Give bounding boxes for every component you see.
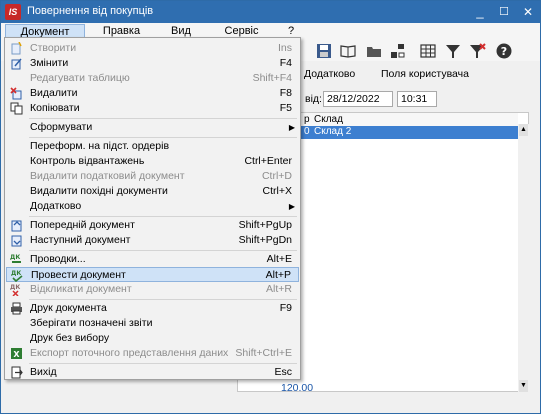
excel-export-icon: X: [11, 348, 22, 359]
date-label: від:: [305, 93, 322, 105]
status-bar: [1, 393, 540, 413]
filter-icon[interactable]: [444, 42, 462, 60]
menu-separator: [29, 363, 297, 364]
exit-icon: [11, 366, 23, 379]
submenu-arrow-icon: ▶: [288, 202, 295, 211]
row-warehouse: Склад 2: [314, 126, 352, 137]
clear-filter-icon[interactable]: [468, 42, 486, 60]
window-title: Повернення від покупців: [27, 5, 154, 17]
menu-item-edit[interactable]: Змінити F4: [6, 56, 299, 71]
svg-text:X: X: [13, 350, 20, 359]
menu-separator: [29, 216, 297, 217]
menu-item-unpost-doc[interactable]: ДК Відкликати документ Alt+R: [6, 282, 299, 297]
menu-item-next-doc[interactable]: Наступний документ Shift+PgDn: [6, 233, 299, 248]
menu-item-post-doc[interactable]: ДК Провести документ Alt+P: [6, 267, 299, 282]
edit-icon: [11, 58, 22, 70]
menu-item-generate[interactable]: Сформувати ▶: [6, 120, 299, 135]
title-bar: IS Повернення від покупців _ ☐ ✕: [1, 1, 540, 23]
menu-item-edit-table[interactable]: Редагувати таблицю Shift+F4: [6, 71, 299, 86]
menu-item-postings[interactable]: ДК Проводки... Alt+E: [6, 252, 299, 267]
tab-additional[interactable]: Додатково: [304, 68, 355, 80]
menu-item-print-doc[interactable]: Друк документа F9: [6, 301, 299, 316]
app-window: IS Повернення від покупців _ ☐ ✕ Докумен…: [0, 0, 541, 414]
svg-text:?: ?: [501, 45, 507, 58]
menu-item-copy[interactable]: Копіювати F5: [6, 101, 299, 116]
tab-user-fields[interactable]: Поля користувача: [381, 68, 469, 80]
date-field[interactable]: 28/12/2022: [323, 91, 393, 107]
submenu-arrow-icon: ▶: [288, 123, 295, 132]
help-icon[interactable]: ?: [495, 42, 513, 60]
save-icon[interactable]: [315, 42, 333, 60]
header-prefix: р: [304, 114, 310, 125]
svg-text:ДК: ДК: [10, 284, 20, 291]
menu-item-delete[interactable]: Видалити F8: [6, 86, 299, 101]
row-prefix: 0: [304, 126, 310, 137]
menu-item-print-no-choice[interactable]: Друк без вибору: [6, 331, 299, 346]
menu-item-save-marked-reports[interactable]: Зберігати позначені звіти: [6, 316, 299, 331]
vertical-scrollbar[interactable]: ▲ ▼: [518, 124, 529, 392]
svg-text:ДК: ДК: [10, 254, 20, 261]
folder-icon[interactable]: [365, 42, 383, 60]
header-warehouse[interactable]: Склад: [314, 114, 343, 125]
close-button[interactable]: ✕: [517, 1, 539, 23]
scroll-down-arrow-icon[interactable]: ▼: [519, 380, 528, 392]
table-icon[interactable]: [419, 42, 437, 60]
maximize-button[interactable]: ☐: [493, 1, 515, 23]
minimize-button[interactable]: _: [469, 1, 491, 23]
scroll-up-arrow-icon[interactable]: ▲: [519, 124, 528, 136]
menu-separator: [29, 299, 297, 300]
copy-icon: [10, 102, 23, 115]
document-tabs: Додатково Поля користувача: [301, 65, 540, 85]
menu-item-delete-derived-docs[interactable]: Видалити похідні документи Ctrl+X: [6, 184, 299, 199]
print-icon: [11, 302, 22, 315]
unpost-doc-icon: ДК: [10, 284, 20, 296]
prev-doc-icon: [11, 220, 22, 232]
postings-icon: ДК: [10, 254, 21, 263]
time-field[interactable]: 10:31: [397, 91, 437, 107]
menu-item-exit[interactable]: Вихід Esc: [6, 365, 299, 380]
app-logo-icon: IS: [5, 4, 21, 20]
menu-item-shipment-control[interactable]: Контроль відвантажень Ctrl+Enter: [6, 154, 299, 169]
menu-item-prev-doc[interactable]: Попередній документ Shift+PgUp: [6, 218, 299, 233]
menu-separator: [29, 250, 297, 251]
menu-item-export-view[interactable]: X Експорт поточного представлення даних S…: [6, 346, 299, 361]
menu-item-additional[interactable]: Додатково ▶: [6, 199, 299, 214]
menu-item-delete-tax-doc[interactable]: Видалити податковий документ Ctrl+D: [6, 169, 299, 184]
svg-text:ДК: ДК: [11, 270, 21, 277]
menu-separator: [29, 137, 297, 138]
document-dropdown-menu: Створити Ins Змінити F4 Редагувати таблицю…: [4, 37, 301, 380]
org-structure-icon[interactable]: [389, 42, 407, 60]
next-doc-icon: [11, 235, 22, 247]
book-icon[interactable]: [339, 42, 357, 60]
menu-item-create[interactable]: Створити Ins: [6, 41, 299, 56]
document-date-row: від: 28/12/2022 10:31: [301, 89, 540, 111]
menu-item-reform-orders[interactable]: Переформ. на підст. ордерів: [6, 139, 299, 154]
post-doc-icon: ДК: [11, 270, 23, 282]
delete-icon: [10, 87, 22, 100]
create-icon: [11, 42, 22, 55]
menu-separator: [29, 118, 297, 119]
